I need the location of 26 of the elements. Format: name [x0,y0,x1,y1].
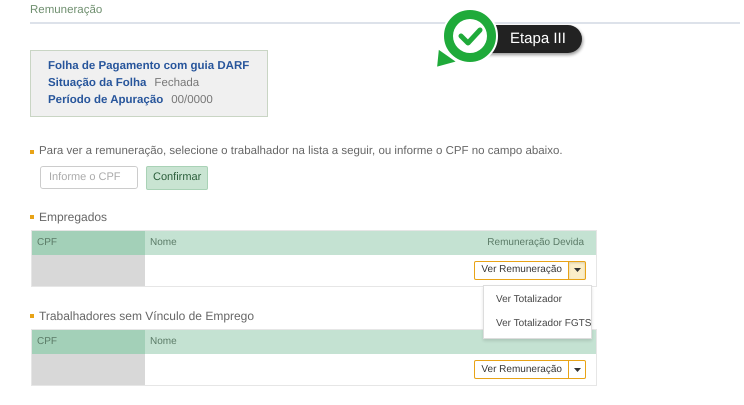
caret-icon [574,268,580,272]
field-value: Fechada [154,76,200,91]
column-header: Nome [149,336,178,348]
column-header: CPF [32,230,145,255]
column-header: Nome [149,236,178,249]
field-value: 00/0000 [171,92,213,108]
summary-title: Folha de Pagamento com guia DARF [48,58,250,74]
bullet-icon [30,214,34,219]
dropdown-toggle-button[interactable] [569,360,586,380]
cpf-input[interactable]: Informe o CPF [40,166,138,189]
section-heading: Para ver a remuneração, selecione o trabalhador na lista a seguir, ou informe o CPF no campo abaixo. [39,144,563,159]
field-label: Período de Apuração [48,92,164,108]
section-heading: Empregados [39,210,108,224]
menu-item[interactable]: Ver Totalizador [484,288,591,312]
dropdown-toggle-button[interactable] [569,260,586,280]
menu-item[interactable]: Ver Totalizador FGTS [484,312,591,336]
confirm-button[interactable]: Confirmar [146,166,208,190]
field-label: Situação da Folha [48,76,146,91]
section-heading: Trabalhadores sem Vínculo de Emprego [39,308,254,324]
view-button[interactable]: Ver Remuneração [474,360,569,380]
bullet-icon [30,150,34,154]
bullet-icon [30,314,34,318]
column-header: CPF [32,330,145,354]
view-button[interactable]: Ver Remuneração [474,260,569,280]
caret-icon [574,368,580,372]
column-header: Remuneração Devida [487,236,585,249]
